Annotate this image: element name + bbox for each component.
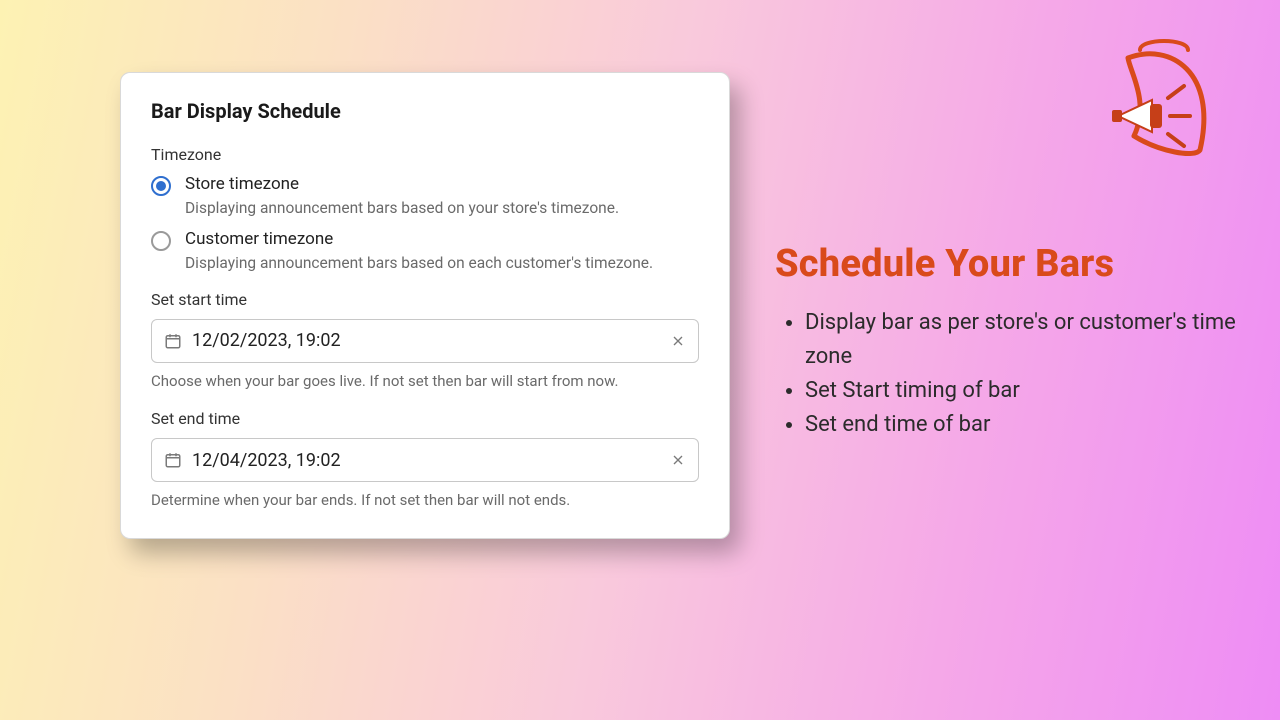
end-time-helper: Determine when your bar ends. If not set… xyxy=(151,490,699,510)
timezone-label: Timezone xyxy=(151,145,699,164)
timezone-radio-group: Store timezone Displaying announcement b… xyxy=(151,174,699,274)
promo-bullet: Set Start timing of bar xyxy=(805,374,1245,408)
calendar-icon xyxy=(164,332,182,350)
radio-store-label: Store timezone xyxy=(185,174,619,194)
radio-customer-text: Customer timezone Displaying announcemen… xyxy=(185,229,653,274)
radio-store[interactable] xyxy=(151,176,171,196)
radio-store-text: Store timezone Displaying announcement b… xyxy=(185,174,619,219)
promo-bullet: Set end time of bar xyxy=(805,408,1245,442)
clear-start-icon[interactable] xyxy=(670,333,686,349)
promo-block: Schedule Your Bars Display bar as per st… xyxy=(775,242,1245,442)
promo-bullet: Display bar as per store's or customer's… xyxy=(805,306,1245,374)
schedule-card: Bar Display Schedule Timezone Store time… xyxy=(120,72,730,539)
app-logo xyxy=(1100,32,1230,162)
end-time-label: Set end time xyxy=(151,409,699,428)
start-time-input[interactable]: 12/02/2023, 19:02 xyxy=(151,319,699,363)
clear-end-icon[interactable] xyxy=(670,452,686,468)
radio-customer[interactable] xyxy=(151,231,171,251)
start-time-value: 12/02/2023, 19:02 xyxy=(192,330,670,351)
end-time-input[interactable]: 12/04/2023, 19:02 xyxy=(151,438,699,482)
start-time-block: Set start time 12/02/2023, 19:02 Choose … xyxy=(151,290,699,391)
radio-option-store[interactable]: Store timezone Displaying announcement b… xyxy=(151,174,699,219)
end-time-value: 12/04/2023, 19:02 xyxy=(192,450,670,471)
start-time-helper: Choose when your bar goes live. If not s… xyxy=(151,371,699,391)
card-title: Bar Display Schedule xyxy=(151,99,699,123)
stage: Bar Display Schedule Timezone Store time… xyxy=(0,0,1280,720)
radio-customer-desc: Displaying announcement bars based on ea… xyxy=(185,253,653,274)
radio-option-customer[interactable]: Customer timezone Displaying announcemen… xyxy=(151,229,699,274)
end-time-block: Set end time 12/04/2023, 19:02 Determine… xyxy=(151,409,699,510)
radio-customer-label: Customer timezone xyxy=(185,229,653,249)
calendar-icon xyxy=(164,451,182,469)
megaphone-bag-icon xyxy=(1100,32,1230,162)
promo-heading: Schedule Your Bars xyxy=(775,242,1245,286)
start-time-label: Set start time xyxy=(151,290,699,309)
radio-store-desc: Displaying announcement bars based on yo… xyxy=(185,198,619,219)
promo-bullets: Display bar as per store's or customer's… xyxy=(775,306,1245,442)
